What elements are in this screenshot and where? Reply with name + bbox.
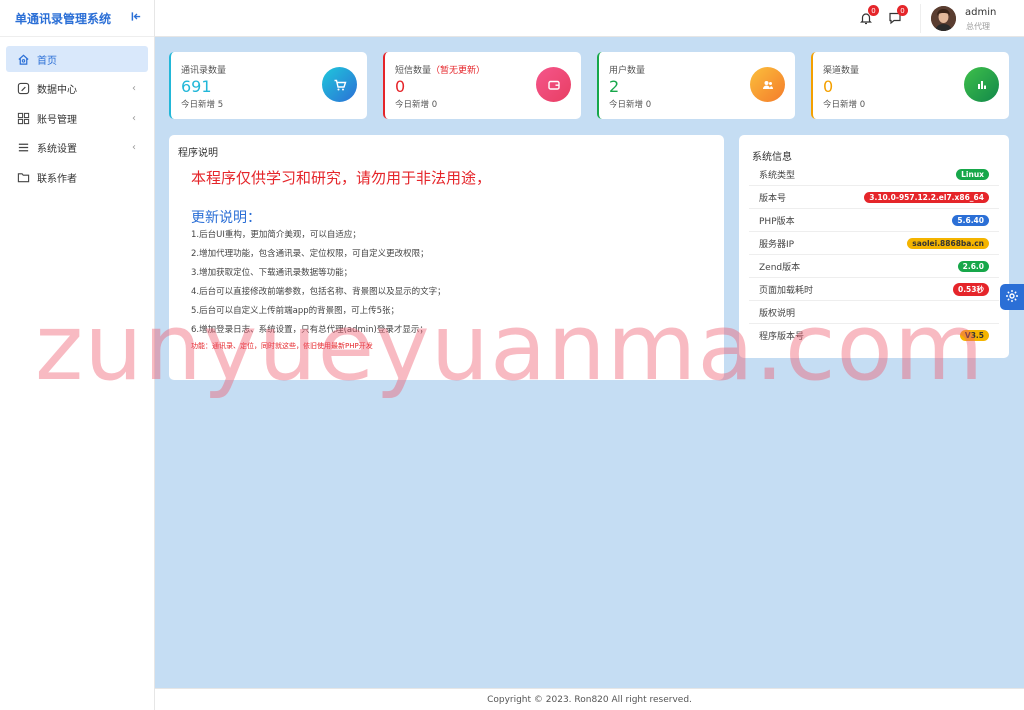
theme-settings-button[interactable] <box>1000 284 1024 310</box>
stat-label: 渠道数量 <box>823 66 860 76</box>
stat-sub: 今日新增 0 <box>609 100 652 110</box>
stat-value: 0 <box>395 77 406 96</box>
system-info-row: 版权说明 <box>749 301 999 324</box>
stat-value: 691 <box>181 77 212 96</box>
stat-sub: 今日新增 5 <box>181 100 224 110</box>
edit-icon <box>16 82 30 96</box>
update-line: 1.后台UI重构，更加简介美观，可以自适应； <box>191 230 361 240</box>
update-line: 6.增加登录日志、系统设置，只有总代理(admin)登录才显示； <box>191 325 428 335</box>
user-role: 总代理 <box>966 22 990 31</box>
chevron-left-icon: ‹ <box>132 83 136 94</box>
bar-chart-icon <box>964 67 999 102</box>
system-info-row: Zend版本 2.6.0 <box>749 255 999 278</box>
sidebar-item-settings[interactable]: 系统设置 ‹ <box>6 135 148 161</box>
app-title: 单通讯录管理系统 <box>15 11 112 26</box>
stat-card-users: 用户数量 2 今日新增 0 <box>597 52 795 119</box>
grid-icon <box>16 111 30 125</box>
stat-value: 2 <box>609 77 620 96</box>
message-count-badge: 0 <box>897 5 908 16</box>
sidebar-item-label: 联系作者 <box>37 173 77 185</box>
chevron-left-icon: ‹ <box>132 112 136 124</box>
program-description-card: 程序说明 本程序仅供学习和研究，请勿用于非法用途， 更新说明： 1.后台UI重构… <box>169 135 724 380</box>
chevron-left-icon: ‹ <box>132 142 136 153</box>
sidebar-item-data-center[interactable]: 数据中心 ‹ <box>6 76 148 102</box>
info-value-badge: Linux <box>956 168 989 180</box>
info-value-badge: 5.6.40 <box>952 214 989 226</box>
stat-value: 0 <box>823 77 834 96</box>
stat-card-contacts: 通讯录数量 691 今日新增 5 <box>169 52 367 119</box>
wallet-icon <box>536 67 571 102</box>
notifications-button[interactable]: 0 <box>859 5 879 28</box>
stat-label: 通讯录数量 <box>181 66 227 76</box>
top-header: 0 0 admin 总代理 <box>155 0 1024 37</box>
info-key: PHP版本 <box>759 216 795 227</box>
sidebar-item-label: 账号管理 <box>37 114 77 126</box>
card-title: 系统信息 <box>752 152 792 163</box>
sidebar: 单通讯录管理系统 首页 数据中心 ‹ 账号管理 ‹ 系统设置 ‹ 联系作者 <box>0 0 155 710</box>
sidebar-item-label: 数据中心 <box>37 85 77 96</box>
system-info-row: 版本号 3.10.0-957.12.2.el7.x86_64 <box>749 186 999 209</box>
info-key: 页面加载耗时 <box>759 285 814 296</box>
user-name[interactable]: admin <box>965 7 996 18</box>
update-title: 更新说明： <box>191 210 261 226</box>
info-value-badge: 0.53秒 <box>952 282 989 296</box>
update-line: 3.增加获取定位、下载通讯录数据等功能； <box>191 268 353 278</box>
system-info-row: PHP版本 5.6.40 <box>749 209 999 232</box>
info-key: 程序版本号 <box>759 332 805 342</box>
system-info-card: 系统信息 系统类型 Linux 版本号 3.10.0-957.12.2.el7.… <box>739 135 1009 358</box>
bell-icon <box>859 13 873 28</box>
stat-label: 短信数量（暂无更新） <box>395 63 485 76</box>
info-value-badge: 3.10.0-957.12.2.el7.x86_64 <box>864 191 989 203</box>
stat-sub: 今日新增 0 <box>395 100 438 110</box>
system-info-row: 系统类型 Linux <box>749 163 999 186</box>
system-info-row: 程序版本号 V3.5 <box>749 324 999 347</box>
stat-label-text: 短信数量 <box>395 66 432 76</box>
info-value-badge: saolei.8868ba.cn <box>907 237 989 249</box>
sidebar-item-contact-author[interactable]: 联系作者 <box>6 164 148 190</box>
update-line: 4.后台可以直接修改前端参数，包括名称、背景图以及显示的文字； <box>191 287 446 297</box>
brand: 单通讯录管理系统 <box>0 0 154 37</box>
sidebar-item-label: 首页 <box>37 55 57 67</box>
warning-text: 本程序仅供学习和研究，请勿用于非法用途， <box>191 169 492 187</box>
info-key: 系统类型 <box>759 170 796 181</box>
update-line: 2.增加代理功能，包含通讯录、定位权限，可自定义更改权限； <box>191 249 429 259</box>
sidebar-menu: 首页 数据中心 ‹ 账号管理 ‹ 系统设置 ‹ 联系作者 <box>0 37 154 203</box>
system-info-row: 服务器IP saolei.8868ba.cn <box>749 232 999 255</box>
gear-icon <box>1005 289 1019 306</box>
users-icon <box>750 67 785 102</box>
avatar[interactable] <box>931 6 956 31</box>
notification-count-badge: 0 <box>868 5 879 16</box>
card-title: 程序说明 <box>178 148 218 159</box>
copyright-text: Copyright © 2023. Ron820 All right reser… <box>487 694 692 705</box>
info-key: 版权说明 <box>759 308 796 319</box>
stat-card-channels: 渠道数量 0 今日新增 0 <box>811 52 1009 119</box>
info-key: 服务器IP <box>759 239 795 250</box>
footer: Copyright © 2023. Ron820 All right reser… <box>155 688 1024 710</box>
sidebar-item-home[interactable]: 首页 <box>6 46 148 72</box>
info-value-badge: V3.5 <box>959 330 989 341</box>
system-info-row: 页面加载耗时 0.53秒 <box>749 278 999 301</box>
info-value-badge: 2.6.0 <box>957 260 989 272</box>
stat-label: 用户数量 <box>609 66 646 76</box>
stat-note: （暂无更新） <box>431 66 486 76</box>
sidebar-item-label: 系统设置 <box>37 144 77 155</box>
stat-sub: 今日新增 0 <box>823 100 866 110</box>
update-line: 5.后台可以自定义上传前端app的背景图，可上传5张； <box>191 306 400 316</box>
list-icon <box>16 141 30 155</box>
header-divider <box>920 4 921 33</box>
sidebar-item-accounts[interactable]: 账号管理 ‹ <box>6 105 148 131</box>
folder-icon <box>16 170 30 184</box>
cart-icon <box>322 67 357 102</box>
info-key: Zend版本 <box>759 262 801 273</box>
messages-button[interactable]: 0 <box>888 5 908 28</box>
info-key: 版本号 <box>759 193 787 204</box>
collapse-sidebar-icon[interactable] <box>131 11 142 25</box>
chat-icon <box>888 12 902 28</box>
stat-card-sms: 短信数量（暂无更新） 0 今日新增 0 <box>383 52 581 119</box>
feature-note: 功能：通讯录、定位，同时就这些，依旧使用最新PHP开发 <box>191 342 373 350</box>
home-icon <box>16 52 30 66</box>
